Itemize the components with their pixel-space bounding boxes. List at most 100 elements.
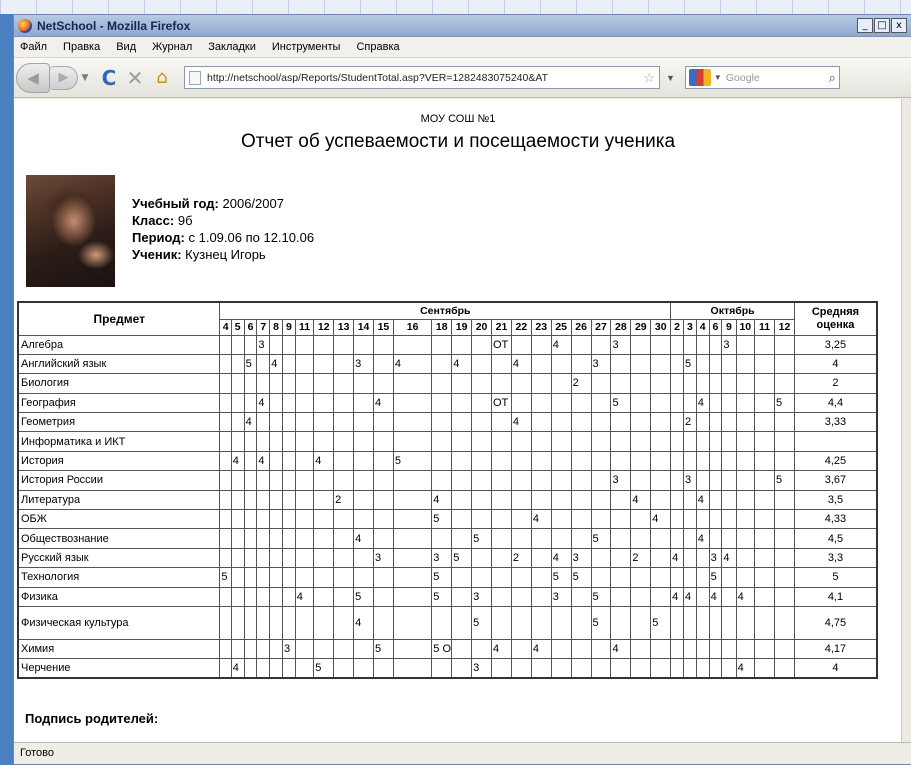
grade-cell xyxy=(773,509,795,530)
vertical-scrollbar[interactable] xyxy=(901,99,911,744)
back-button[interactable]: ◀ xyxy=(16,62,50,93)
day-header: 15 xyxy=(372,318,394,336)
grade-cell xyxy=(721,586,737,607)
grade-cell: 5 xyxy=(708,567,723,588)
menu-view[interactable]: Вид xyxy=(108,41,144,53)
grade-cell xyxy=(353,658,374,679)
grade-cell xyxy=(550,373,572,394)
menu-tools[interactable]: Инструменты xyxy=(264,41,349,53)
grade-cell: 4 xyxy=(610,638,632,660)
grade-cell xyxy=(735,412,756,433)
grade-cell xyxy=(219,638,232,660)
grade-cell xyxy=(708,353,723,375)
day-header: 16 xyxy=(392,318,433,336)
average-cell: 4,4 xyxy=(793,392,878,414)
grade-cell xyxy=(451,586,473,607)
url-dropdown-icon[interactable]: ▼ xyxy=(666,73,675,83)
grade-cell xyxy=(735,605,756,640)
subject-cell: Алгебра xyxy=(17,334,221,355)
menu-history[interactable]: Журнал xyxy=(144,41,200,53)
grade-cell xyxy=(491,528,512,549)
grade-cell xyxy=(471,547,492,569)
menu-edit[interactable]: Правка xyxy=(55,41,108,53)
grade-cell xyxy=(670,392,684,414)
grade-cell xyxy=(530,528,552,549)
history-dropdown-icon[interactable]: ▼ xyxy=(78,73,92,83)
grade-cell xyxy=(281,334,296,355)
grade-cell xyxy=(451,509,473,530)
search-engine-icon[interactable] xyxy=(688,69,711,86)
grade-cell xyxy=(650,353,672,375)
grade-cell xyxy=(281,586,296,607)
grade-cell xyxy=(708,470,723,491)
grade-cell xyxy=(530,353,552,375)
menu-bookmarks[interactable]: Закладки xyxy=(200,41,264,53)
stop-icon[interactable]: ✕ xyxy=(122,66,148,90)
close-button[interactable]: x xyxy=(891,18,907,33)
grade-cell xyxy=(491,431,512,452)
grade-cell xyxy=(243,567,258,588)
maximize-button[interactable]: □ xyxy=(874,18,890,33)
grade-cell xyxy=(491,412,512,433)
grade-cell xyxy=(313,547,335,569)
grade-cell xyxy=(735,431,756,452)
url-text[interactable]: http://netschool/asp/Reports/StudentTota… xyxy=(207,72,640,84)
grade-cell xyxy=(610,547,632,569)
reload-icon[interactable]: C xyxy=(96,66,122,90)
search-box[interactable]: ▼ Google ⌕ xyxy=(684,66,840,89)
grade-cell xyxy=(550,470,572,491)
grade-cell xyxy=(682,509,697,530)
grade-cell xyxy=(630,353,652,375)
grade-cell: 5 xyxy=(590,586,612,607)
grade-cell xyxy=(392,489,433,511)
grade-cell xyxy=(353,547,374,569)
grade-cell xyxy=(313,412,335,433)
address-bar[interactable]: http://netschool/asp/Reports/StudentTota… xyxy=(184,66,660,89)
grade-cell xyxy=(708,412,723,433)
forward-button[interactable]: ▶ xyxy=(50,65,78,90)
grade-cell xyxy=(670,489,684,511)
grade-cell xyxy=(431,431,453,452)
page-icon xyxy=(189,70,201,85)
minimize-button[interactable]: _ xyxy=(857,18,873,33)
search-input[interactable]: Google xyxy=(726,72,829,84)
menu-file[interactable]: Файл xyxy=(14,41,55,53)
grade-cell xyxy=(530,489,552,511)
day-header: 9 xyxy=(281,318,296,336)
grade-cell xyxy=(530,586,552,607)
grade-cell xyxy=(630,586,652,607)
grade-cell xyxy=(630,392,652,414)
grade-cell xyxy=(530,658,552,679)
grade-cell xyxy=(670,470,684,491)
grade-cell xyxy=(610,528,632,549)
grade-cell xyxy=(721,605,737,640)
window-title: NetSchool - Mozilla Firefox xyxy=(37,18,191,33)
grade-cell xyxy=(721,353,737,375)
grade-cell xyxy=(392,658,433,679)
grade-cell: 3 xyxy=(431,547,453,569)
grade-cell xyxy=(530,431,552,452)
grade-cell xyxy=(550,605,572,640)
home-icon[interactable]: ⌂ xyxy=(148,67,176,88)
grade-cell xyxy=(451,567,473,588)
grade-cell xyxy=(333,392,355,414)
grade-cell xyxy=(590,489,612,511)
grade-cell xyxy=(269,412,283,433)
grade-cell xyxy=(491,450,512,472)
grade-cell xyxy=(610,605,632,640)
grade-cell xyxy=(682,489,697,511)
grade-cell: 4 xyxy=(256,450,271,472)
menu-help[interactable]: Справка xyxy=(348,41,407,53)
search-engine-dropdown-icon[interactable]: ▼ xyxy=(714,73,722,82)
grade-cell xyxy=(695,586,710,607)
grade-cell xyxy=(491,658,512,679)
subject-cell: Геометрия xyxy=(17,412,221,433)
day-header: 2 xyxy=(670,318,684,336)
grade-cell xyxy=(353,489,374,511)
subject-cell: История xyxy=(17,450,221,472)
search-icon[interactable]: ⌕ xyxy=(829,70,836,86)
grade-cell xyxy=(333,431,355,452)
grade-cell xyxy=(256,638,271,660)
grade-cell xyxy=(695,450,710,472)
bookmark-star-icon[interactable]: ☆ xyxy=(643,70,655,86)
